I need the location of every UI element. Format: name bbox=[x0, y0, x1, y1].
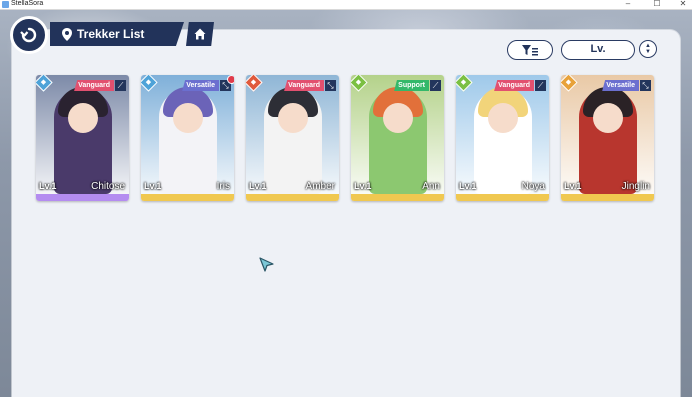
role-badge: Vanguard bbox=[284, 80, 324, 91]
weapon-icon: ⤡ bbox=[325, 80, 336, 91]
trekker-level: Lv.1 bbox=[144, 181, 162, 191]
rarity-bar bbox=[141, 194, 234, 201]
trekker-level: Lv.1 bbox=[459, 181, 477, 191]
trekker-face bbox=[383, 103, 413, 133]
trekker-card[interactable]: ◆ Vanguard ⟋ Lv.1 Chitose bbox=[36, 75, 129, 201]
filter-button[interactable] bbox=[507, 40, 553, 60]
role-badge: Vanguard bbox=[74, 80, 114, 91]
sort-order-button[interactable]: ▲ ▼ bbox=[639, 40, 657, 58]
trekker-card[interactable]: ◆ Vanguard ⤡ Lv.1 Amber bbox=[246, 75, 339, 201]
trekker-portrait bbox=[246, 75, 339, 194]
trekker-face bbox=[68, 103, 98, 133]
trekker-name: Chitose bbox=[91, 181, 125, 192]
trekker-portrait bbox=[351, 75, 444, 194]
trekker-face bbox=[593, 103, 623, 133]
trekker-card[interactable]: ◆ Vanguard ⟋ Lv.1 Noya bbox=[456, 75, 549, 201]
rarity-bar bbox=[246, 194, 339, 201]
trekker-level: Lv.1 bbox=[39, 181, 57, 191]
role-badge: Support bbox=[394, 80, 429, 91]
map-pin-icon bbox=[62, 27, 72, 41]
page-title-tab: Trekker List bbox=[50, 22, 184, 46]
trekker-face bbox=[173, 103, 203, 133]
trekker-name: Amber bbox=[305, 181, 335, 192]
trekker-portrait bbox=[141, 75, 234, 194]
rarity-bar bbox=[456, 194, 549, 201]
mouse-cursor-icon bbox=[259, 257, 274, 272]
notification-dot bbox=[227, 75, 234, 84]
back-button[interactable] bbox=[10, 16, 48, 54]
sort-dropdown[interactable]: Lv. bbox=[561, 40, 635, 60]
trekker-name: Ann bbox=[422, 181, 440, 192]
maximize-button[interactable]: ☐ bbox=[652, 0, 662, 9]
trekker-card[interactable]: ◆ Support ⟋ Lv.1 Ann bbox=[351, 75, 444, 201]
weapon-icon: ⟋ bbox=[430, 80, 441, 91]
trekker-card[interactable]: ◆ Versatile ⤡ Lv.1 Iris bbox=[141, 75, 234, 201]
minimize-button[interactable]: – bbox=[623, 0, 633, 9]
trekker-level: Lv.1 bbox=[354, 181, 372, 191]
role-badge: Vanguard bbox=[494, 80, 534, 91]
trekker-level: Lv.1 bbox=[249, 181, 267, 191]
trekker-portrait bbox=[36, 75, 129, 194]
role-badge: Versatile bbox=[182, 80, 219, 91]
home-icon bbox=[194, 28, 206, 40]
trekker-name: Jinglin bbox=[621, 181, 650, 192]
trekker-face bbox=[488, 103, 518, 133]
role-badge: Versatile bbox=[602, 80, 639, 91]
weapon-icon: ⤡ bbox=[640, 80, 651, 91]
rarity-bar bbox=[561, 194, 654, 201]
trekker-portrait bbox=[561, 75, 654, 194]
weapon-icon: ⟋ bbox=[115, 80, 126, 91]
trekker-name: Noya bbox=[521, 181, 545, 192]
trekker-level: Lv.1 bbox=[564, 181, 582, 191]
window-titlebar: StellaSora – ☐ ✕ bbox=[0, 0, 692, 10]
home-button[interactable] bbox=[186, 22, 214, 46]
trekker-portrait bbox=[456, 75, 549, 194]
sort-order-icon: ▲ ▼ bbox=[645, 43, 651, 55]
page-title: Trekker List bbox=[77, 27, 145, 41]
rarity-bar bbox=[36, 194, 129, 201]
trekker-face bbox=[278, 103, 308, 133]
weapon-icon: ⟋ bbox=[535, 80, 546, 91]
close-button[interactable]: ✕ bbox=[678, 0, 688, 9]
trekker-name: Iris bbox=[216, 181, 230, 192]
rarity-bar bbox=[351, 194, 444, 201]
back-arrow-icon bbox=[20, 27, 37, 43]
filter-icon bbox=[522, 44, 538, 55]
trekker-card[interactable]: ◆ Versatile ⤡ Lv.1 Jinglin bbox=[561, 75, 654, 201]
window-title: StellaSora bbox=[11, 0, 44, 7]
app-icon bbox=[2, 1, 9, 8]
